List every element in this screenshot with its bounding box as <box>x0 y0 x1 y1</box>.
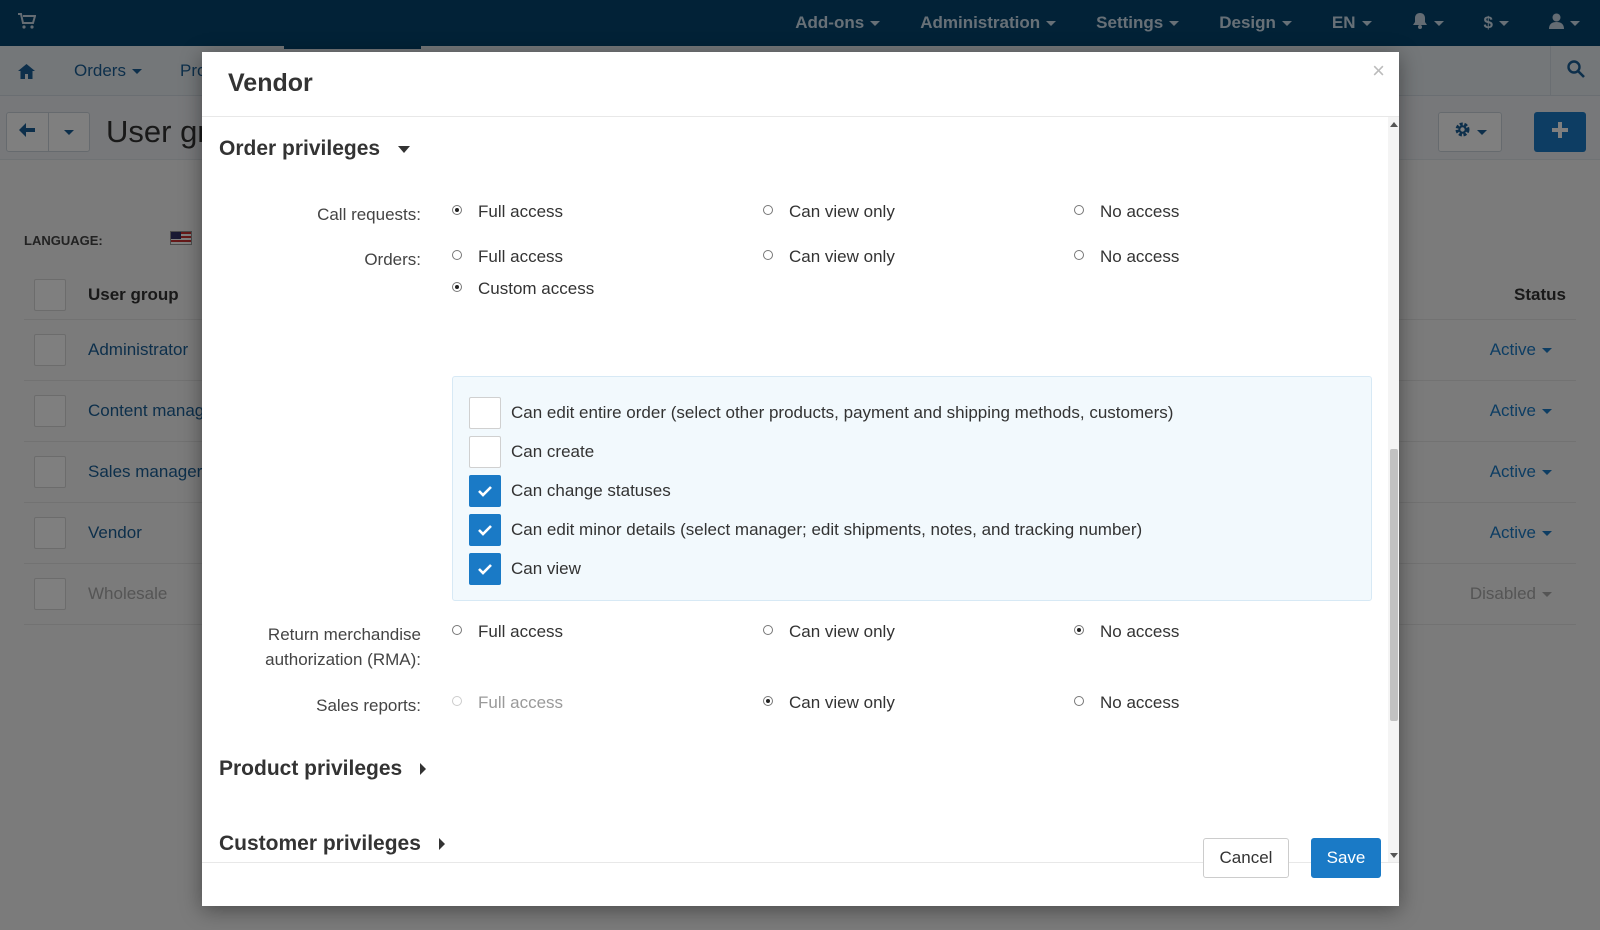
section-product-privileges[interactable]: Product privileges <box>219 757 427 781</box>
checkbox-label: Can view <box>511 559 581 578</box>
radio-label: No access <box>1100 247 1180 266</box>
radio-label: Can view only <box>789 622 895 641</box>
radio-dot <box>763 696 773 706</box>
radio-dot <box>763 205 773 215</box>
permission-change-statuses[interactable]: Can change statuses <box>469 475 671 507</box>
dialog-scrollbar[interactable] <box>1388 117 1399 862</box>
radio-label: Full access <box>478 693 564 712</box>
sales-reports-full-access-radio: Full access <box>452 693 563 713</box>
radio-label: Can view only <box>789 202 895 221</box>
radio-dot <box>452 205 462 215</box>
call-requests-no-access-radio[interactable]: No access <box>1074 202 1179 222</box>
dialog-title: Vendor <box>228 69 313 97</box>
close-icon[interactable]: × <box>1372 60 1385 82</box>
radio-dot <box>452 625 462 635</box>
radio-dot <box>763 625 773 635</box>
section-title-label: Product privileges <box>219 757 403 780</box>
orders-no-access-radio[interactable]: No access <box>1074 247 1179 267</box>
sales-reports-view-only-radio[interactable]: Can view only <box>763 693 895 713</box>
radio-dot <box>1074 696 1084 706</box>
rma-label: Return merchandise authorization (RMA): <box>265 622 421 672</box>
section-order-privileges[interactable]: Order privileges <box>219 137 411 161</box>
call-requests-full-access-radio[interactable]: Full access <box>452 202 563 222</box>
check-icon <box>478 525 492 536</box>
orders-custom-access-radio[interactable]: Custom access <box>452 279 594 299</box>
permission-view[interactable]: Can view <box>469 553 581 585</box>
checkbox-checked[interactable] <box>469 553 501 585</box>
radio-dot <box>763 250 773 260</box>
permission-create[interactable]: Can create <box>469 436 594 468</box>
vendor-privileges-dialog: Vendor × Order privileges Call requests:… <box>202 52 1399 906</box>
rma-full-access-radio[interactable]: Full access <box>452 622 563 642</box>
rma-view-only-radio[interactable]: Can view only <box>763 622 895 642</box>
rma-label-line2: authorization (RMA): <box>265 650 421 669</box>
sales-reports-label: Sales reports: <box>316 696 421 715</box>
orders-label: Orders: <box>364 250 421 269</box>
orders-view-only-radio[interactable]: Can view only <box>763 247 895 267</box>
radio-label: Can view only <box>789 247 895 266</box>
checkbox-label: Can edit minor details (select manager; … <box>511 520 1143 539</box>
checkbox-label: Can create <box>511 442 595 461</box>
radio-label: Full access <box>478 247 564 266</box>
permission-edit-entire-order[interactable]: Can edit entire order (select other prod… <box>469 397 1173 429</box>
save-button[interactable]: Save <box>1311 838 1381 878</box>
checkbox[interactable] <box>469 397 501 429</box>
check-icon <box>478 486 492 497</box>
rma-label-line1: Return merchandise <box>267 625 421 644</box>
custom-access-panel: Can edit entire order (select other prod… <box>452 376 1372 601</box>
radio-label: No access <box>1100 202 1180 221</box>
caret-right-icon <box>420 763 427 775</box>
radio-label: No access <box>1100 622 1180 641</box>
orders-full-access-radio[interactable]: Full access <box>452 247 563 267</box>
call-requests-label: Call requests: <box>317 205 421 224</box>
radio-dot <box>452 696 462 706</box>
section-title-label: Order privileges <box>219 137 381 160</box>
caret-down-icon <box>398 145 411 153</box>
scrollbar-thumb[interactable] <box>1390 449 1398 721</box>
radio-label: Custom access <box>478 279 595 298</box>
radio-dot <box>452 282 462 292</box>
permission-edit-minor-details[interactable]: Can edit minor details (select manager; … <box>469 514 1142 546</box>
radio-label: No access <box>1100 693 1180 712</box>
checkbox[interactable] <box>469 436 501 468</box>
radio-label: Full access <box>478 622 564 641</box>
checkbox-checked[interactable] <box>469 514 501 546</box>
sales-reports-no-access-radio[interactable]: No access <box>1074 693 1179 713</box>
checkbox-label: Can change statuses <box>511 481 671 500</box>
radio-dot <box>1074 205 1084 215</box>
dialog-body: Order privileges Call requests: Full acc… <box>202 117 1399 863</box>
radio-label: Full access <box>478 202 564 221</box>
call-requests-view-only-radio[interactable]: Can view only <box>763 202 895 222</box>
cancel-button[interactable]: Cancel <box>1203 838 1289 878</box>
scroll-up-icon[interactable] <box>1390 122 1398 127</box>
radio-dot <box>1074 625 1084 635</box>
checkbox-label: Can edit entire order (select other prod… <box>511 403 1174 422</box>
radio-dot <box>452 250 462 260</box>
radio-label: Can view only <box>789 693 895 712</box>
radio-dot <box>1074 250 1084 260</box>
check-icon <box>478 564 492 575</box>
checkbox-checked[interactable] <box>469 475 501 507</box>
dialog-footer: Cancel Save <box>202 811 1399 906</box>
dialog-header: Vendor × <box>202 52 1399 117</box>
rma-no-access-radio[interactable]: No access <box>1074 622 1179 642</box>
